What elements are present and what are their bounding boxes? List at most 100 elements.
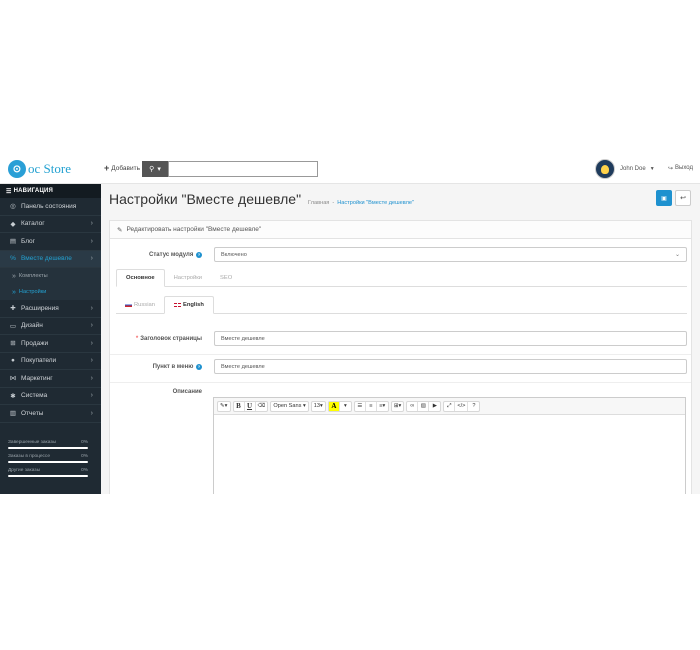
sidebar-item-label: Вместе дешевле [21,255,72,263]
breadcrumb-home[interactable]: Главная [308,200,329,206]
sidebar-item-label: Каталог [21,220,45,228]
eraser-icon[interactable]: ⌫ [256,402,268,411]
color-group: A ▾ [327,400,352,412]
sidebar-item-4[interactable]: ✚ Расширения › [0,300,101,318]
sidebar-item-label: Дизайн [21,322,43,330]
unordered-list-icon[interactable]: ☰ [355,401,366,411]
search-icon: ⚲ [149,166,155,173]
sidebar-item-9[interactable]: ✱ Система › [0,388,101,405]
user-menu[interactable]: John Doe ▼ [595,159,655,179]
menu-item-row: Пункт в меню ? Вместе дешевле [116,359,687,374]
chevron-right-icon: › [90,255,93,263]
chevron-right-icon: › [90,304,93,312]
chevron-right-icon: › [90,322,93,330]
nav-title: ☰ НАВИГАЦИЯ [0,184,101,198]
page-title-label: * Заголовок страницы [135,335,202,342]
percent-icon: % [10,255,16,263]
search-button[interactable]: ⚲ ▾ [142,161,168,177]
logo[interactable]: ⊙ oc Store [8,159,71,179]
sidebar-subitem-1[interactable]: » Настройки [0,284,101,300]
font-size-group: 13 ▾ [310,400,326,412]
nav-list: ◎ Панель состояния ◆ Каталог › ▤ Блог ›% Вместе … [0,198,101,423]
back-button[interactable]: ↩ [675,190,691,206]
ordered-list-icon[interactable]: ≡ [366,401,377,411]
view-group: ⤢ </> ? [443,400,481,412]
bold-button[interactable]: B [234,401,245,411]
editor-body[interactable] [214,415,685,494]
page-header: Настройки "Вместе дешевле" Главная - Нас… [109,191,414,207]
sidebar-item-2[interactable]: ▤ Блог › [0,233,101,251]
settings-panel: ✎ Редактировать настройки "Вместе дешевл… [109,220,692,494]
style-group: ✎▾ [217,400,231,412]
breadcrumb-current[interactable]: Настройки "Вместе дешевле" [337,200,414,206]
sidebar-item-7[interactable]: ● Покупатели › [0,353,101,370]
font-size-select[interactable]: 13 ▾ [312,402,325,411]
status-row: Статус модуля ? Включено ⌄ [116,247,687,262]
text-color-button[interactable]: A [328,401,340,411]
status-value: Включено [221,251,247,258]
sidebar-subitem-label: Комплекты [18,273,48,279]
plus-icon: + [104,163,110,173]
chevron-right-icon: › [90,374,93,382]
video-icon[interactable]: ▶ [429,402,440,411]
image-icon[interactable]: ▨ [418,401,430,411]
sidebar-item-label: Система [21,392,48,400]
bullet-icon: » [12,288,16,296]
table-group: ⊞▾ [390,400,405,412]
page-title-row: * Заголовок страницы Вместе дешевле [116,331,687,346]
magic-wand-icon[interactable]: ✎▾ [218,402,230,411]
align-icon[interactable]: ≡▾ [377,402,388,411]
underline-button[interactable]: U [245,401,256,411]
tab-general[interactable]: Основное [116,269,165,287]
sidebar-item-8[interactable]: ⋈ Маркетинг › [0,370,101,388]
tab-settings[interactable]: Настройки [165,269,211,287]
sidebar-item-10[interactable]: ▥ Отчеты › [0,405,101,423]
russia-flag-icon [125,302,132,308]
add-label: Добавить [111,164,140,172]
table-icon[interactable]: ⊞▾ [392,402,404,411]
logout-link[interactable]: ↪ Выход [668,165,693,172]
menu-item-input[interactable]: Вместе дешевле [214,359,687,374]
divider [110,382,691,383]
font-name-select[interactable]: Open Sans ▾ [271,402,307,411]
help-question-icon[interactable]: ? [468,402,479,411]
status-select[interactable]: Включено ⌄ [214,247,687,262]
code-view-icon[interactable]: </> [455,401,469,411]
sidebar-item-5[interactable]: ▭ Дизайн › [0,318,101,335]
sidebar-subitem-0[interactable]: » Комплекты [0,268,101,284]
page-title-input[interactable]: Вместе дешевле [214,331,687,346]
top-header: ⊙ oc Store + Добавить ⚲ ▾ John Doe ▼ ↪ В… [0,152,700,184]
progress-bar [8,475,88,477]
fullscreen-icon[interactable]: ⤢ [444,401,456,411]
sidebar-item-label: Покупатели [21,357,57,365]
tab-english[interactable]: English [163,296,214,314]
add-button[interactable]: + Добавить [104,163,140,173]
sidebar-item-6[interactable]: ⊞ Продажи › [0,335,101,353]
description-editor[interactable]: ✎▾ B U ⌫ Open Sans ▾ 13 ▾ A ▾ ☰ ≡ ≡▾ ⊞▾ … [213,397,686,494]
sidebar-item-0[interactable]: ◎ Панель состояния [0,198,101,216]
avatar [595,159,615,179]
page-title: Настройки "Вместе дешевле" [109,191,302,207]
uk-flag-icon [173,302,181,308]
chart-icon: ▥ [9,410,17,418]
save-button[interactable]: ▣ [656,190,672,206]
chevron-right-icon: › [90,220,93,228]
chevron-right-icon: › [90,357,93,365]
sidebar-item-1[interactable]: ◆ Каталог › [0,216,101,233]
link-icon[interactable]: ∞ [407,401,419,411]
sidebar-item-label: Блог [21,237,36,245]
menu-item-label: Пункт в меню ? [152,363,202,370]
sidebar-item-label: Продажи [21,339,49,347]
breadcrumb: Главная - Настройки "Вместе дешевле" [308,200,414,206]
color-dropdown-icon[interactable]: ▾ [340,402,351,411]
panel-heading: ✎ Редактировать настройки "Вместе дешевл… [110,221,691,239]
puzzle-icon: ✚ [10,305,16,313]
search-input[interactable] [168,161,318,177]
caret-down-icon: ▼ [649,166,655,172]
stat-value: 0% [81,468,88,473]
chevron-right-icon: › [90,392,93,400]
chevron-down-icon: ⌄ [674,252,680,258]
tab-russian[interactable]: Russian [116,296,164,314]
sidebar-item-3[interactable]: % Вместе дешевле › [0,250,101,268]
tab-seo[interactable]: SEO [211,269,241,287]
